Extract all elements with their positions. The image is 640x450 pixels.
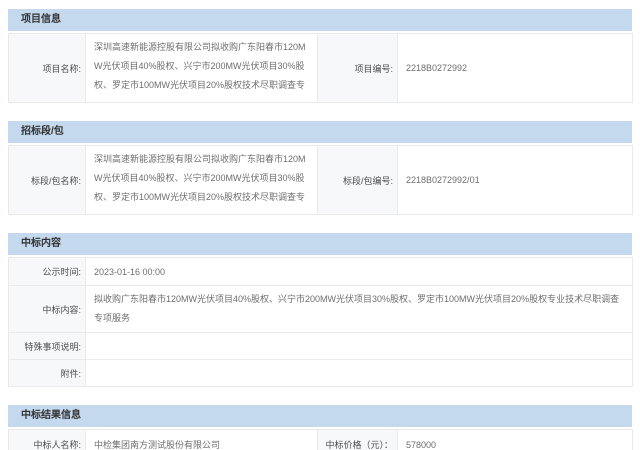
project-name-text: 深圳高速新能源控股有限公司拟收购广东阳春市120MW光伏项目40%股权、兴宁市2…	[94, 38, 309, 98]
project-code-label: 项目编号:	[318, 34, 398, 103]
table-row: 项目名称: 深圳高速新能源控股有限公司拟收购广东阳春市120MW光伏项目40%股…	[9, 34, 633, 103]
award-content-table: 公示时间: 2023-01-16 00:00 中标内容: 拟收购广东阳春市120…	[8, 257, 633, 387]
project-name-label: 项目名称:	[9, 34, 86, 103]
attachment-value	[86, 360, 633, 387]
package-code-label: 标段/包编号:	[318, 146, 398, 215]
bid-package-table: 标段/包名称: 深圳高速新能源控股有限公司拟收购广东阳春市120MW光伏项目40…	[8, 145, 633, 215]
award-content-value: 拟收购广东阳春市120MW光伏项目40%股权、兴宁市200MW光伏项目30%股权…	[86, 286, 633, 333]
section-award-content-title: 中标内容	[8, 233, 632, 255]
package-name-label: 标段/包名称:	[9, 146, 86, 215]
table-row: 公示时间: 2023-01-16 00:00	[9, 258, 633, 286]
section-bid-package: 招标段/包 标段/包名称: 深圳高速新能源控股有限公司拟收购广东阳春市120MW…	[8, 121, 632, 215]
award-price-label: 中标价格（元）：	[318, 430, 398, 450]
table-row: 中标内容: 拟收购广东阳春市120MW光伏项目40%股权、兴宁市200MW光伏项…	[9, 286, 633, 333]
publish-time-value: 2023-01-16 00:00	[86, 258, 633, 286]
section-award-result-title: 中标结果信息	[8, 405, 632, 427]
package-code-value: 2218B0272992/01	[398, 146, 633, 215]
special-notes-label: 特殊事项说明:	[9, 333, 86, 360]
bid-result-page: { "colors": { "section_header_bg": "#c5d…	[0, 0, 640, 450]
section-award-content: 中标内容 公示时间: 2023-01-16 00:00 中标内容: 拟收购广东阳…	[8, 233, 632, 387]
package-name-text: 深圳高速新能源控股有限公司拟收购广东阳春市120MW光伏项目40%股权、兴宁市2…	[94, 150, 309, 210]
section-bid-package-title: 招标段/包	[8, 121, 632, 143]
project-code-value: 2218B0272992	[398, 34, 633, 103]
section-project-info-title: 项目信息	[8, 9, 632, 31]
project-name-value: 深圳高速新能源控股有限公司拟收购广东阳春市120MW光伏项目40%股权、兴宁市2…	[86, 34, 318, 103]
award-price-value: 578000	[398, 430, 633, 450]
project-info-table: 项目名称: 深圳高速新能源控股有限公司拟收购广东阳春市120MW光伏项目40%股…	[8, 33, 633, 103]
publish-time-label: 公示时间:	[9, 258, 86, 286]
table-row: 特殊事项说明:	[9, 333, 633, 360]
attachment-label: 附件:	[9, 360, 86, 387]
content-area: 项目信息 项目名称: 深圳高速新能源控股有限公司拟收购广东阳春市120MW光伏项…	[0, 0, 640, 450]
table-row: 标段/包名称: 深圳高速新能源控股有限公司拟收购广东阳春市120MW光伏项目40…	[9, 146, 633, 215]
table-row: 附件:	[9, 360, 633, 387]
special-notes-value	[86, 333, 633, 360]
section-project-info: 项目信息 项目名称: 深圳高速新能源控股有限公司拟收购广东阳春市120MW光伏项…	[8, 9, 632, 103]
table-row: 中标人名称: 中检集团南方测试股份有限公司 中标价格（元）： 578000	[9, 430, 633, 450]
award-result-table: 中标人名称: 中检集团南方测试股份有限公司 中标价格（元）： 578000	[8, 429, 633, 450]
winner-name-label: 中标人名称:	[9, 430, 86, 450]
package-name-value: 深圳高速新能源控股有限公司拟收购广东阳春市120MW光伏项目40%股权、兴宁市2…	[86, 146, 318, 215]
section-award-result: 中标结果信息 中标人名称: 中检集团南方测试股份有限公司 中标价格（元）： 57…	[8, 405, 632, 450]
winner-name-value: 中检集团南方测试股份有限公司	[86, 430, 318, 450]
award-content-label: 中标内容:	[9, 286, 86, 333]
